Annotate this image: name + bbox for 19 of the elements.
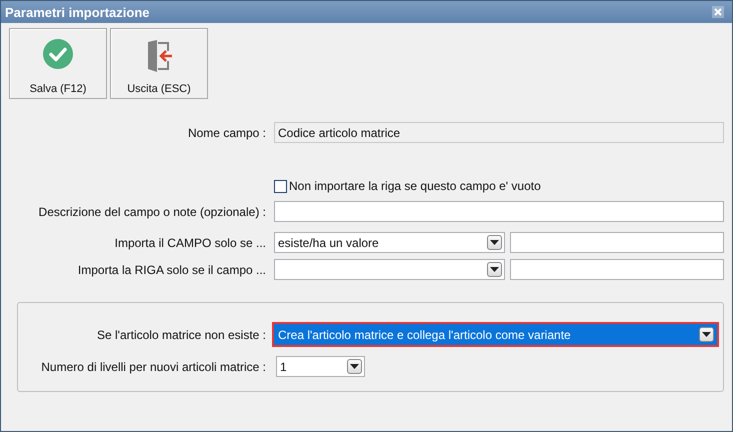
name-field: Codice articolo matrice — [274, 122, 724, 143]
description-field[interactable] — [274, 201, 724, 222]
value-field[interactable] — [510, 232, 724, 253]
check-icon — [43, 39, 73, 69]
value-field[interactable] — [510, 259, 724, 280]
checkbox[interactable] — [274, 180, 287, 192]
condition-dropdown[interactable]: esiste/ha un valore — [274, 232, 505, 253]
field-label: Nome campo : — [188, 126, 266, 140]
field-label: Se l'articolo matrice non esiste : — [96, 328, 266, 342]
save-button[interactable]: Salva (F12) — [9, 28, 107, 99]
checkbox-label: Non importare la riga se questo campo e' vuoto — [289, 179, 541, 193]
option-dropdown[interactable]: 1 — [276, 356, 365, 377]
exit-button[interactable]: Uscita (ESC) — [110, 28, 208, 99]
field-label: Importa la RIGA solo se il campo ... — [78, 262, 266, 276]
field-label: Numero di livelli per nuovi articoli matrice : — [41, 360, 266, 374]
window-title: Parametri importazione — [5, 4, 150, 20]
field-label: Descrizione del campo o note (opzionale) : — [38, 204, 266, 218]
field-label: Importa il CAMPO solo se ... — [114, 236, 266, 250]
option-dropdown[interactable]: Crea l'articolo matrice e collega l'articolo come variante — [274, 324, 717, 345]
